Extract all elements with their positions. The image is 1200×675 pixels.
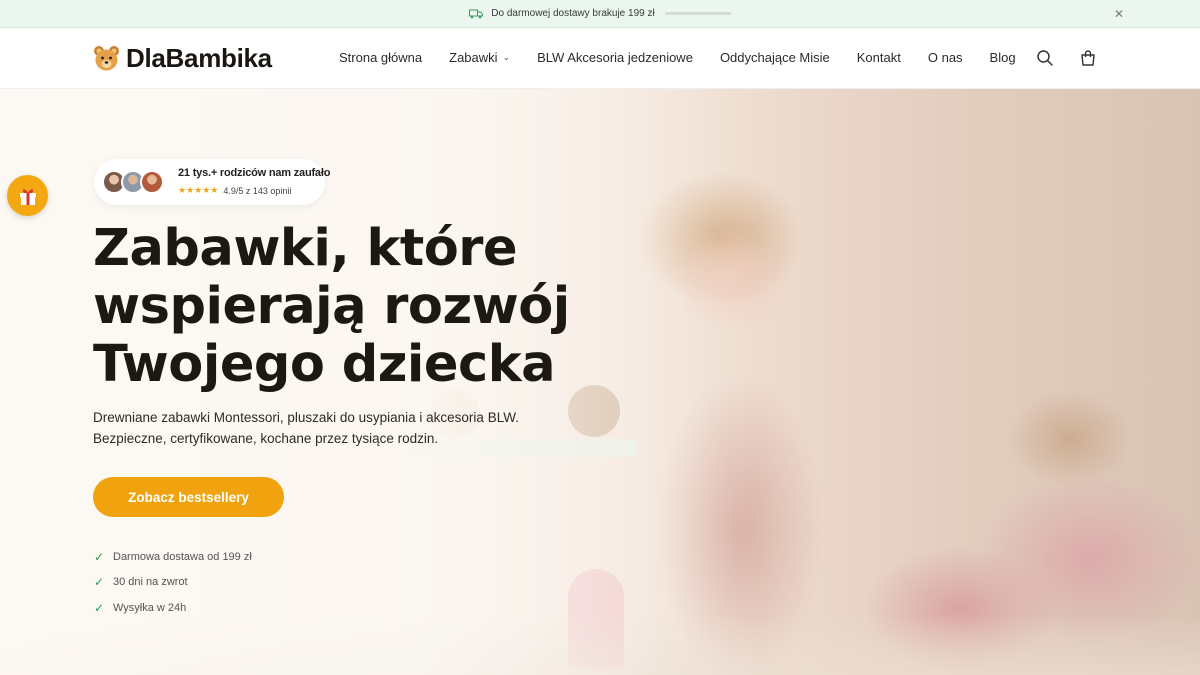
shipping-progress-bar	[664, 12, 731, 15]
truck-icon	[469, 9, 484, 18]
nav-item-blog[interactable]: Blog	[990, 50, 1016, 65]
check-icon: ✓	[94, 575, 105, 590]
nav-item-home[interactable]: Strona główna	[339, 50, 422, 65]
hero-heading: Zabawki, które wspierają rozwój Twojego …	[93, 219, 570, 394]
trust-title: 21 tys.+ rodziców nam zaufało	[178, 167, 331, 179]
list-item: ✓ Darmowa dostawa od 199 zł	[94, 549, 252, 564]
search-icon[interactable]	[1036, 49, 1054, 67]
teddy-bear-icon	[94, 45, 119, 70]
nav-item-toys[interactable]: Zabawki ⌄	[449, 50, 510, 65]
check-icon: ✓	[94, 549, 105, 564]
nav-item-blw-accessories[interactable]: BLW Akcesoria jedzeniowe	[537, 50, 693, 65]
avatar	[140, 170, 164, 194]
nav-item-breathing-bears[interactable]: Oddychające Misie	[720, 50, 830, 65]
bestsellers-button[interactable]: Zobacz bestsellery	[93, 477, 284, 517]
hero-section: 21 tys.+ rodziców nam zaufało ★★★★★ 4.9/…	[0, 89, 1200, 675]
chevron-down-icon: ⌄	[502, 52, 511, 62]
customer-avatars	[102, 170, 164, 194]
main-nav: Strona główna Zabawki ⌄ BLW Akcesoria jed…	[339, 50, 1043, 65]
hero-description: Drewniane zabawki Montessori, pluszaki d…	[93, 410, 519, 446]
logo[interactable]: DlaBambika	[93, 43, 272, 74]
gift-icon	[19, 188, 36, 205]
list-item: ✓ Wysyłka w 24h	[94, 600, 187, 615]
list-item: ✓ 30 dni na zwrot	[94, 575, 188, 590]
check-icon: ✓	[94, 600, 105, 615]
nav-item-contact[interactable]: Kontakt	[857, 50, 901, 65]
trust-badge: 21 tys.+ rodziców nam zaufało ★★★★★ 4.9/…	[94, 159, 330, 205]
cart-icon[interactable]	[1079, 49, 1097, 67]
site-header: DlaBambika Strona główna Zabawki ⌄ BLW Ak…	[0, 28, 1200, 89]
rating-text: 4.9/5 z 143 opinii	[223, 185, 292, 196]
rating-stars: ★★★★★	[178, 185, 219, 195]
perks-list: ✓ Darmowa dostawa od 199 zł ✓ 30 dni na zw…	[94, 544, 252, 621]
nav-item-about[interactable]: O nas	[928, 50, 963, 65]
close-icon[interactable]: ✕	[1114, 7, 1124, 21]
logo-text: DlaBambika	[126, 43, 272, 73]
announcement-bar: Do darmowej dostawy brakuje 199 zł ✕	[0, 0, 1200, 28]
free-shipping-message: Do darmowej dostawy brakuje 199 zł	[491, 8, 655, 19]
gift-button[interactable]	[7, 175, 48, 216]
